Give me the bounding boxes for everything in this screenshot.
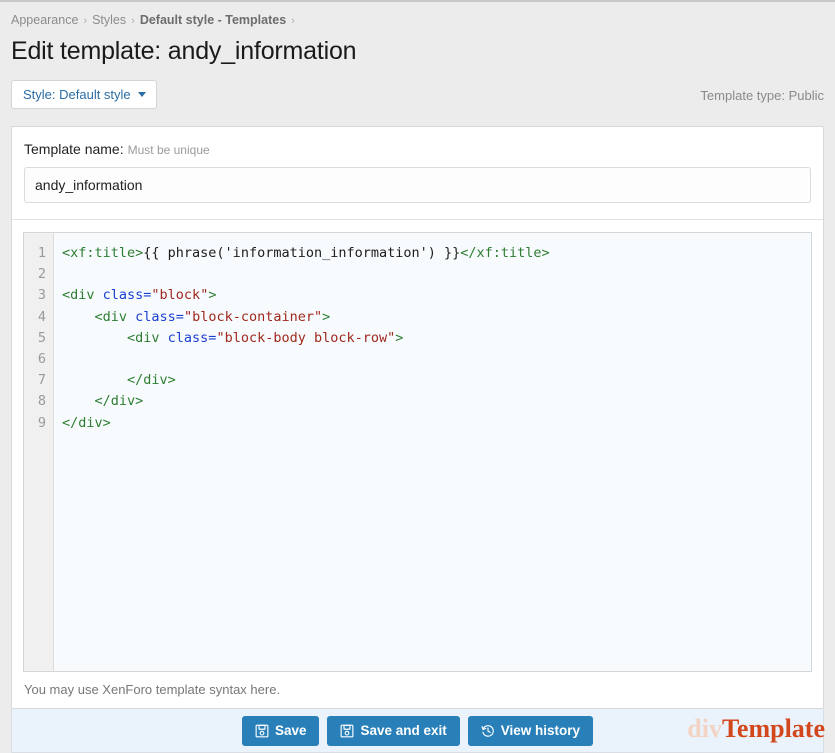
view-history-button[interactable]: View history <box>467 715 594 746</box>
breadcrumb-separator-icon: › <box>291 15 295 27</box>
code-token: <div <box>62 287 103 304</box>
line-number: 1 <box>37 245 46 261</box>
admin-page: Appearance › Styles › Default style - Templa… <box>0 0 835 753</box>
code-editor-wrapper: 1 2 3 4 5 6 7 8 9 <xf:title>{{ phrase('informati… <box>12 220 823 672</box>
code-token: "block" <box>151 287 209 304</box>
code-token: </div> <box>62 414 111 431</box>
style-selector-button[interactable]: Style: Default style <box>11 80 157 109</box>
code-token: <div <box>62 308 136 325</box>
template-name-label-line: Template name: Must be unique <box>24 141 811 157</box>
breadcrumb-item-0[interactable]: Appearance <box>11 13 78 27</box>
save-and-exit-button[interactable]: Save and exit <box>327 715 460 746</box>
code-token: </xf:title> <box>460 245 550 261</box>
template-name-row: Template name: Must be unique <box>12 127 823 220</box>
chevron-down-icon <box>137 92 146 97</box>
code-token: class= <box>102 287 152 304</box>
button-label: View history <box>500 722 581 738</box>
line-number: 3 <box>37 287 46 304</box>
history-clock-icon <box>481 724 495 738</box>
line-number-gutter: 1 2 3 4 5 6 7 8 9 <box>24 233 54 671</box>
line-number: 7 <box>37 372 46 389</box>
style-selector-label: Style: Default style <box>23 87 131 102</box>
style-bar: Style: Default style Template type: Publ… <box>11 80 824 112</box>
button-label: Save <box>274 722 307 738</box>
code-token: class= <box>135 308 184 325</box>
line-number: 8 <box>37 393 46 410</box>
code-token: <xf:title> <box>62 245 144 261</box>
code-line: </div> <box>62 413 811 434</box>
line-number: 4 <box>37 308 46 325</box>
save-floppy-icon <box>340 724 354 738</box>
breadcrumb-separator-icon: › <box>83 15 88 27</box>
breadcrumb-item-1[interactable]: Styles <box>92 13 126 27</box>
breadcrumb-separator-icon: › <box>131 15 135 27</box>
template-type-label: Template type: Public <box>700 88 824 103</box>
code-editor[interactable]: 1 2 3 4 5 6 7 8 9 <xf:title>{{ phrase('informati… <box>23 232 812 672</box>
code-content[interactable]: <xf:title>{{ phrase('information_informa… <box>54 233 811 671</box>
code-token: "block-body block-row" <box>216 329 396 346</box>
code-line: </div> <box>62 370 811 391</box>
form-action-bar: Save Save and exit View history <box>11 709 824 753</box>
code-token: </div> <box>62 372 176 389</box>
code-line: </div> <box>62 391 811 412</box>
template-edit-card: Template name:Must be unique 1 2 3 4 5 6 7 8 9 <… <box>11 126 824 709</box>
code-line: <div class="block"> <box>62 285 811 306</box>
code-token: > <box>395 329 404 346</box>
editor-help-text: You may use XenForo template syntax here… <box>24 682 281 697</box>
template-name-hint: Must be unique <box>127 143 210 157</box>
code-token: </div> <box>62 393 144 410</box>
button-label: Save and exit <box>360 722 447 738</box>
line-number: 9 <box>37 414 46 431</box>
code-line: <div class="block-body block-row"> <box>62 328 811 349</box>
page-title: Edit template: andy_information <box>11 37 357 65</box>
code-token: > <box>322 308 331 325</box>
line-number: 5 <box>37 329 46 346</box>
code-token: <div <box>62 329 168 346</box>
code-line: <xf:title>{{ phrase('information_informa… <box>62 243 811 264</box>
code-token: class= <box>167 329 217 346</box>
template-name-input[interactable] <box>24 167 811 203</box>
code-token: {{ phrase('information_information') }} <box>143 245 461 261</box>
line-number: 2 <box>37 266 46 283</box>
breadcrumb-item-2[interactable]: Default style - Templates <box>140 13 286 27</box>
code-token: > <box>208 287 217 304</box>
code-line: <div class="block-container"> <box>62 307 811 328</box>
line-number: 6 <box>37 351 46 368</box>
template-name-label: Template name: <box>24 141 124 157</box>
breadcrumb: Appearance › Styles › Default style - Templa… <box>0 2 835 27</box>
save-button[interactable]: Save <box>241 715 320 746</box>
code-token: "block-container" <box>183 308 323 325</box>
save-floppy-icon <box>255 724 269 738</box>
